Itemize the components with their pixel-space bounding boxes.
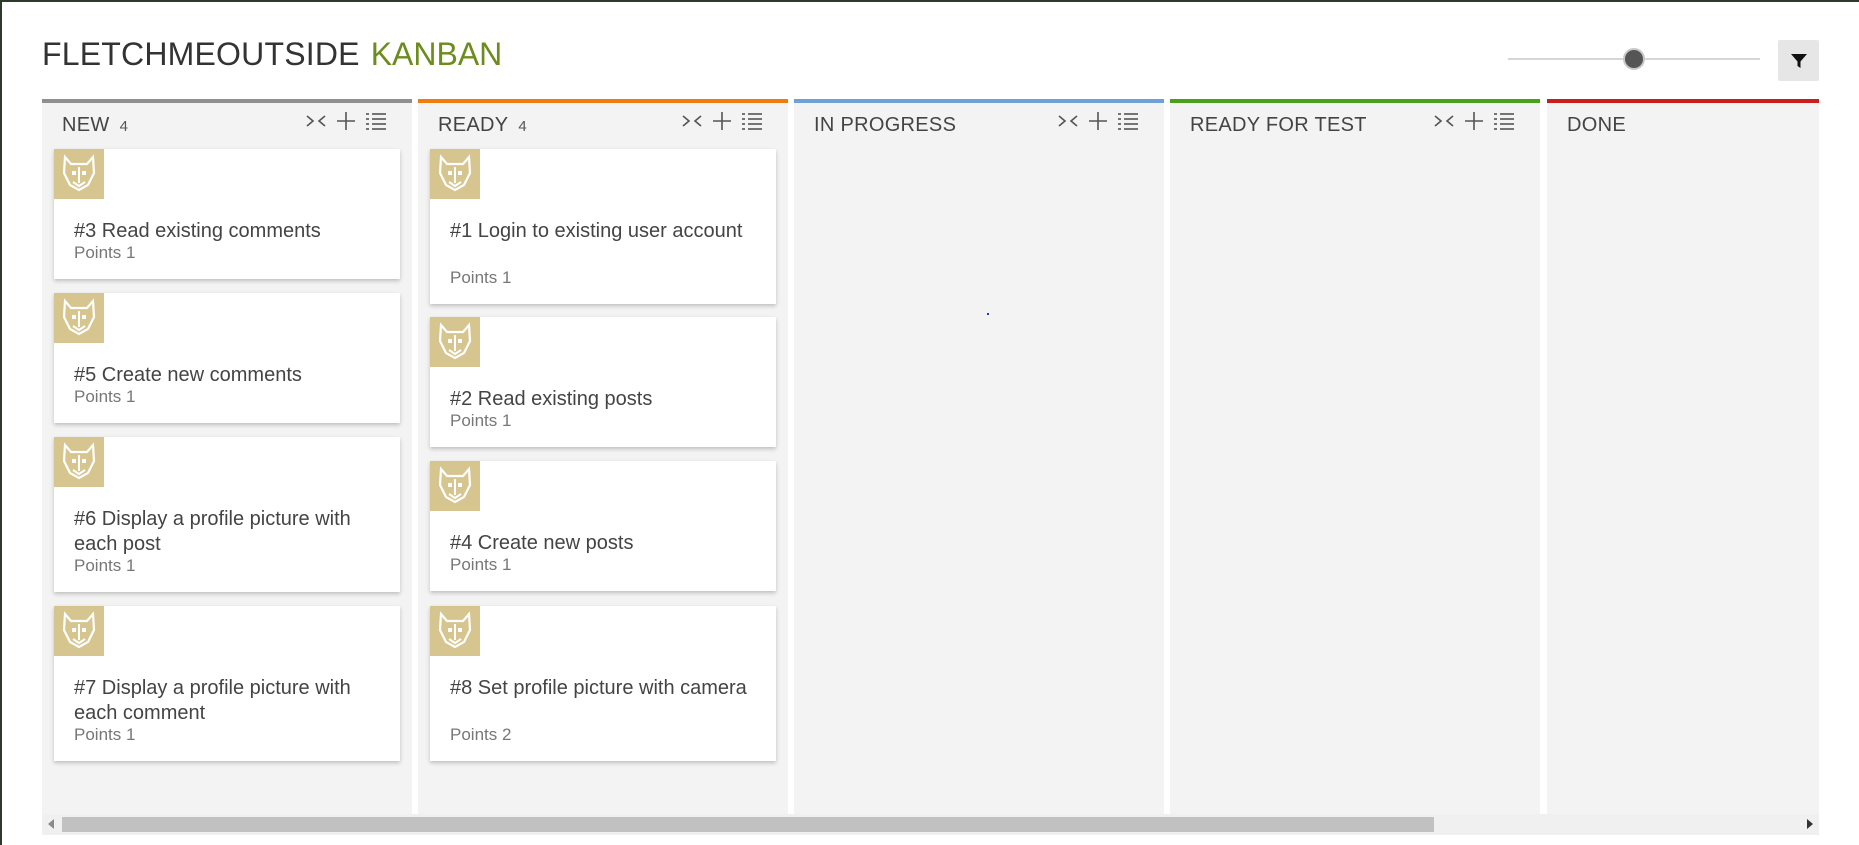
filter-button[interactable] xyxy=(1778,40,1819,81)
list-icon xyxy=(1494,113,1514,130)
column-title: DONE xyxy=(1567,113,1626,136)
zoom-slider[interactable] xyxy=(1508,48,1760,70)
add-icon xyxy=(1089,112,1107,130)
kanban-board: NEW 4 #3 Read existing comments Points 1 #5 … xyxy=(42,99,1819,814)
filter-icon xyxy=(1790,53,1807,68)
list-icon xyxy=(366,113,386,130)
column-card-count: 4 xyxy=(518,118,527,135)
add-card-button[interactable] xyxy=(710,111,734,131)
user-avatar-icon[interactable] xyxy=(54,293,104,343)
card-points: Points 1 xyxy=(450,411,512,430)
user-avatar-icon[interactable] xyxy=(430,461,480,511)
card-points: Points 1 xyxy=(450,268,512,287)
add-icon xyxy=(337,112,355,130)
column-list-button[interactable] xyxy=(1492,111,1516,131)
avatar-glyph xyxy=(62,442,96,480)
horizontal-scrollbar[interactable] xyxy=(42,814,1819,835)
board-title-accent: KANBAN xyxy=(370,36,503,72)
scrollbar-thumb[interactable] xyxy=(62,817,1434,832)
story-card[interactable]: #5 Create new comments Points 1 xyxy=(54,293,400,423)
loading-dot xyxy=(987,313,989,315)
avatar-glyph xyxy=(438,154,472,192)
story-card[interactable]: #8 Set profile picture with camera Points… xyxy=(430,606,776,761)
story-card[interactable]: #7 Display a profile picture with each c… xyxy=(54,606,400,761)
board-title: FLETCHMEOUTSIDE xyxy=(42,36,360,72)
column-list-button[interactable] xyxy=(1116,111,1140,131)
avatar-glyph xyxy=(438,611,472,649)
column-tools xyxy=(1056,111,1140,131)
avatar-glyph xyxy=(438,322,472,360)
window-top-edge xyxy=(0,0,1859,2)
collapse-column-button[interactable] xyxy=(1056,111,1080,131)
story-card[interactable]: #3 Read existing comments Points 1 xyxy=(54,149,400,279)
add-icon xyxy=(713,112,731,130)
window-left-edge xyxy=(0,0,2,845)
collapse-icon xyxy=(306,115,326,127)
zoom-slider-knob[interactable] xyxy=(1623,48,1645,70)
collapse-column-button[interactable] xyxy=(304,111,328,131)
column-title: NEW xyxy=(62,113,110,136)
column-ready: READY 4 #1 Login to existing user account P… xyxy=(418,99,788,814)
column-done: DONE xyxy=(1547,99,1819,814)
card-points: Points 1 xyxy=(74,387,136,406)
card-title: #4 Create new posts xyxy=(450,532,634,554)
add-card-button[interactable] xyxy=(1086,111,1110,131)
story-card[interactable]: #4 Create new posts Points 1 xyxy=(430,461,776,591)
story-card[interactable]: #1 Login to existing user account Points … xyxy=(430,149,776,304)
collapse-icon xyxy=(1058,115,1078,127)
collapse-icon xyxy=(1434,115,1454,127)
collapse-column-button[interactable] xyxy=(1432,111,1456,131)
user-avatar-icon[interactable] xyxy=(430,149,480,199)
card-title: #1 Login to existing user account xyxy=(450,220,743,242)
add-icon xyxy=(1465,112,1483,130)
avatar-glyph xyxy=(62,154,96,192)
collapse-column-button[interactable] xyxy=(680,111,704,131)
user-avatar-icon[interactable] xyxy=(54,437,104,487)
board-header: FLETCHMEOUTSIDE KANBAN xyxy=(42,32,502,77)
column-title: IN PROGRESS xyxy=(814,113,957,136)
avatar-glyph xyxy=(62,298,96,336)
scroll-right-arrow[interactable] xyxy=(1807,819,1813,829)
column-new: NEW 4 #3 Read existing comments Points 1 #5 … xyxy=(42,99,412,814)
avatar-glyph xyxy=(438,466,472,504)
column-tools xyxy=(680,111,764,131)
card-title: #2 Read existing posts xyxy=(450,388,653,410)
card-title: #3 Read existing comments xyxy=(74,220,321,242)
column-header: DONE xyxy=(1547,103,1819,147)
card-points: Points 1 xyxy=(74,725,136,744)
user-avatar-icon[interactable] xyxy=(430,317,480,367)
list-icon xyxy=(742,113,762,130)
column-in-progress: IN PROGRESS xyxy=(794,99,1164,814)
card-points: Points 1 xyxy=(74,556,136,575)
scroll-left-arrow[interactable] xyxy=(48,819,54,829)
card-points: Points 2 xyxy=(450,725,512,744)
column-list-button[interactable] xyxy=(740,111,764,131)
card-title: #8 Set profile picture with camera xyxy=(450,677,747,699)
column-tools xyxy=(1432,111,1516,131)
card-title: #6 Display a profile picture with each p… xyxy=(74,508,351,555)
column-card-count: 4 xyxy=(119,118,128,135)
user-avatar-icon[interactable] xyxy=(54,149,104,199)
collapse-icon xyxy=(682,115,702,127)
column-ready-for-test: READY FOR TEST xyxy=(1170,99,1540,814)
story-card[interactable]: #2 Read existing posts Points 1 xyxy=(430,317,776,447)
column-title: READY FOR TEST xyxy=(1190,113,1367,136)
card-points: Points 1 xyxy=(450,555,512,574)
user-avatar-icon[interactable] xyxy=(430,606,480,656)
add-card-button[interactable] xyxy=(1462,111,1486,131)
add-card-button[interactable] xyxy=(334,111,358,131)
avatar-glyph xyxy=(62,611,96,649)
story-card[interactable]: #6 Display a profile picture with each p… xyxy=(54,437,400,592)
column-title: READY xyxy=(438,113,509,136)
column-list-button[interactable] xyxy=(364,111,388,131)
user-avatar-icon[interactable] xyxy=(54,606,104,656)
list-icon xyxy=(1118,113,1138,130)
card-title: #5 Create new comments xyxy=(74,364,302,386)
card-points: Points 1 xyxy=(74,243,136,262)
column-tools xyxy=(304,111,388,131)
card-title: #7 Display a profile picture with each c… xyxy=(74,677,351,724)
